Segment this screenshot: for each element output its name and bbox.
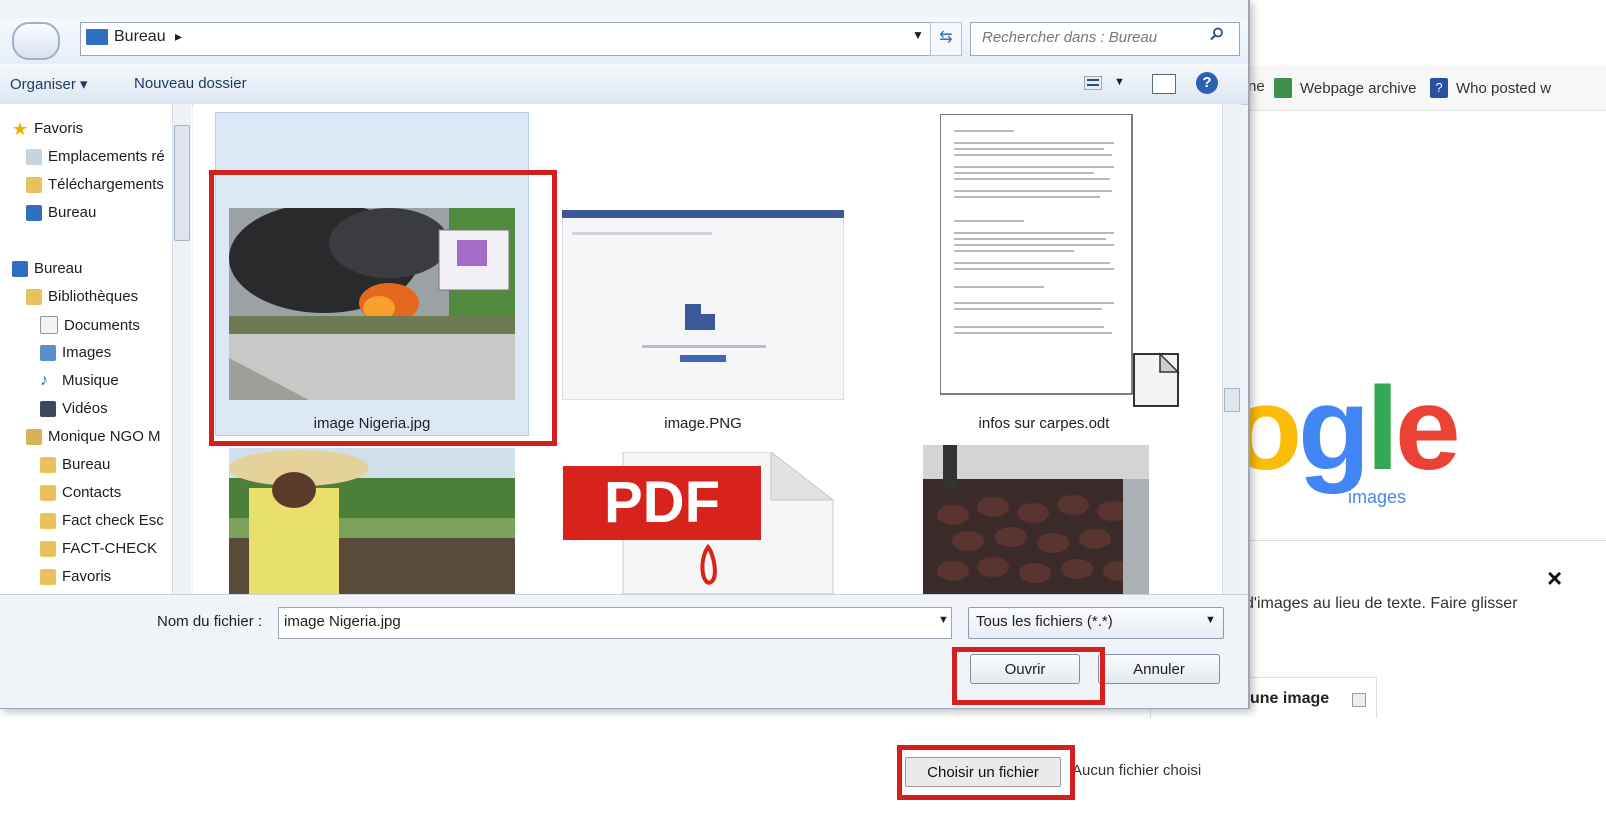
help-icon[interactable]: ? (1196, 72, 1218, 94)
address-bar[interactable] (80, 22, 960, 56)
tab-info-icon (1352, 693, 1366, 707)
fish-photo-thumbnail (923, 445, 1149, 594)
nav-item-music[interactable]: ♪ Musique (40, 372, 119, 389)
nav-item-images[interactable]: Images (40, 344, 111, 361)
document-icon (40, 316, 58, 334)
file-thumbnail-field[interactable] (229, 448, 515, 594)
file-thumbnail-odt[interactable] (939, 113, 1184, 412)
file-list-scrollbar[interactable] (1222, 104, 1241, 594)
downloads-icon (26, 176, 42, 193)
file-list-scrollbar-thumb[interactable] (1224, 388, 1240, 412)
pictures-icon (40, 344, 56, 361)
file-type-value[interactable]: Tous les fichiers (*.*) (976, 613, 1113, 630)
desktop-icon (40, 456, 56, 473)
drag-instructions: d'images au lieu de texte. Faire glisser (1245, 595, 1518, 612)
tab-upload-label: une image (1250, 690, 1330, 707)
new-folder-button[interactable]: Nouveau dossier (134, 75, 247, 92)
cancel-button[interactable]: Annuler (1098, 654, 1220, 684)
nav-item-downloads[interactable]: Téléchargements (26, 176, 164, 193)
nav-item-libraries[interactable]: Bibliothèques (26, 288, 138, 305)
bookmark-who-posted[interactable]: ? Who posted w (1430, 78, 1551, 98)
google-logo: ogle (1230, 363, 1461, 495)
file-name-png[interactable]: image.PNG (562, 415, 844, 432)
nav-item-recent-places[interactable]: Emplacements ré (26, 148, 165, 165)
archive-icon (1274, 78, 1292, 98)
filename-value[interactable]: image Nigeria.jpg (284, 613, 401, 630)
field-photo-thumbnail (229, 448, 515, 594)
preview-pane-icon[interactable] (1152, 74, 1176, 94)
navigation-pane: ★ Favoris Emplacements ré Téléchargement… (0, 104, 192, 594)
file-type-dropdown-icon[interactable]: ▼ (1205, 614, 1216, 626)
bookmarks-bar: ne Webpage archive ? Who posted w (1240, 66, 1606, 111)
music-icon: ♪ (40, 371, 48, 389)
highlight-choose-file (897, 745, 1075, 800)
back-forward-button[interactable] (12, 22, 60, 60)
filename-dropdown-icon[interactable]: ▼ (938, 614, 949, 626)
file-thumbnail-png[interactable] (561, 209, 845, 401)
address-text[interactable]: Bureau (114, 28, 166, 46)
nav-scrollbar-thumb[interactable] (174, 125, 190, 241)
file-name-odt[interactable]: infos sur carpes.odt (920, 415, 1168, 432)
contacts-icon (40, 484, 56, 501)
filename-label: Nom du fichier : (157, 613, 263, 630)
facebook-screenshot-thumbnail (561, 209, 845, 401)
view-options-icon[interactable] (1084, 76, 1102, 90)
folder-icon (40, 540, 56, 557)
nav-item-documents[interactable]: Documents (40, 316, 140, 334)
star-icon: ★ (12, 118, 29, 139)
nav-item-fact-check[interactable]: FACT-CHECK (40, 540, 157, 557)
search-icon[interactable] (1210, 27, 1224, 41)
desktop-folder-icon (86, 29, 108, 45)
places-icon (26, 148, 42, 165)
view-dropdown-icon[interactable]: ▼ (1114, 76, 1125, 88)
breadcrumb-arrow-icon[interactable]: ▸ (175, 28, 182, 45)
desktop-icon (12, 260, 28, 277)
nav-item-favoris[interactable]: ★ Favoris (12, 118, 83, 139)
bookmark-partial[interactable]: ne (1248, 78, 1265, 95)
nav-item-favoris-2[interactable]: Favoris (40, 568, 111, 585)
file-thumbnail-fish[interactable] (923, 445, 1149, 594)
logo-subtitle: images (1348, 487, 1407, 507)
desktop-icon (26, 204, 42, 221)
highlight-open-button (952, 647, 1105, 705)
nav-item-fact-check-esc[interactable]: Fact check Esc (40, 512, 164, 529)
close-icon[interactable]: × (1547, 563, 1562, 594)
nav-item-videos[interactable]: Vidéos (40, 400, 108, 417)
organize-menu[interactable]: Organiser ▾ (10, 75, 88, 93)
bookmark-webpage-archive[interactable]: Webpage archive (1274, 78, 1416, 98)
no-file-chosen-text: Aucun fichier choisi (1072, 762, 1202, 779)
nav-item-bureau-fav[interactable]: Bureau (26, 204, 96, 221)
nav-item-contacts[interactable]: Contacts (40, 484, 121, 501)
address-dropdown-icon[interactable]: ▼ (912, 28, 924, 42)
nav-item-user-bureau[interactable]: Bureau (40, 456, 110, 473)
video-icon (40, 400, 56, 417)
user-folder-icon (26, 428, 42, 445)
libraries-icon (26, 288, 42, 305)
refresh-icon[interactable]: ⇆ (930, 22, 962, 56)
document-thumbnail (939, 113, 1180, 407)
question-icon: ? (1430, 78, 1448, 98)
highlight-selected-file (209, 170, 557, 446)
star-icon (40, 568, 56, 585)
search-placeholder: Rechercher dans : Bureau (982, 29, 1158, 46)
file-thumbnail-pdf[interactable]: PDF (563, 450, 839, 595)
pdf-label: PDF (604, 470, 720, 535)
folder-icon (40, 512, 56, 529)
nav-item-user[interactable]: Monique NGO M (26, 428, 161, 445)
nav-item-bureau[interactable]: Bureau (12, 260, 82, 277)
